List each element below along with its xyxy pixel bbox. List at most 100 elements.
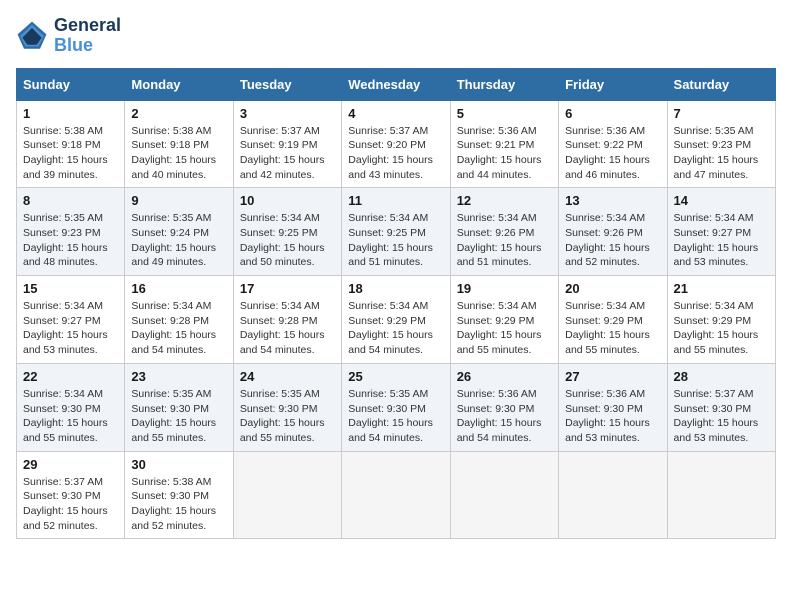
calendar-week-row: 29 Sunrise: 5:37 AM Sunset: 9:30 PM Dayl…	[17, 451, 776, 539]
calendar-day-cell: 25 Sunrise: 5:35 AM Sunset: 9:30 PM Dayl…	[342, 363, 450, 451]
sunrise-text: Sunrise: 5:34 AM	[457, 300, 537, 312]
day-info: Sunrise: 5:36 AM Sunset: 9:22 PM Dayligh…	[565, 124, 660, 183]
calendar-day-cell: 4 Sunrise: 5:37 AM Sunset: 9:20 PM Dayli…	[342, 100, 450, 188]
calendar-day-cell: 30 Sunrise: 5:38 AM Sunset: 9:30 PM Dayl…	[125, 451, 233, 539]
weekday-header: Friday	[559, 68, 667, 100]
day-number: 22	[23, 369, 118, 384]
calendar-day-cell: 18 Sunrise: 5:34 AM Sunset: 9:29 PM Dayl…	[342, 276, 450, 364]
day-info: Sunrise: 5:35 AM Sunset: 9:23 PM Dayligh…	[674, 124, 769, 183]
calendar-day-cell: 10 Sunrise: 5:34 AM Sunset: 9:25 PM Dayl…	[233, 188, 341, 276]
day-number: 30	[131, 457, 226, 472]
calendar-day-cell	[342, 451, 450, 539]
sunrise-text: Sunrise: 5:35 AM	[23, 212, 103, 224]
daylight-text: Daylight: 15 hours and 52 minutes.	[23, 505, 108, 532]
day-number: 10	[240, 193, 335, 208]
daylight-text: Daylight: 15 hours and 54 minutes.	[348, 329, 433, 356]
day-info: Sunrise: 5:34 AM Sunset: 9:29 PM Dayligh…	[348, 299, 443, 358]
calendar-day-cell: 22 Sunrise: 5:34 AM Sunset: 9:30 PM Dayl…	[17, 363, 125, 451]
day-info: Sunrise: 5:34 AM Sunset: 9:28 PM Dayligh…	[131, 299, 226, 358]
sunset-text: Sunset: 9:29 PM	[674, 315, 752, 327]
weekday-header: Wednesday	[342, 68, 450, 100]
calendar-day-cell: 2 Sunrise: 5:38 AM Sunset: 9:18 PM Dayli…	[125, 100, 233, 188]
sunset-text: Sunset: 9:24 PM	[131, 227, 209, 239]
day-info: Sunrise: 5:35 AM Sunset: 9:30 PM Dayligh…	[240, 387, 335, 446]
daylight-text: Daylight: 15 hours and 54 minutes.	[240, 329, 325, 356]
logo: General Blue	[16, 16, 121, 56]
day-number: 14	[674, 193, 769, 208]
day-info: Sunrise: 5:38 AM Sunset: 9:18 PM Dayligh…	[131, 124, 226, 183]
sunset-text: Sunset: 9:19 PM	[240, 139, 318, 151]
sunrise-text: Sunrise: 5:34 AM	[674, 300, 754, 312]
daylight-text: Daylight: 15 hours and 39 minutes.	[23, 154, 108, 181]
calendar-day-cell	[559, 451, 667, 539]
day-info: Sunrise: 5:34 AM Sunset: 9:29 PM Dayligh…	[674, 299, 769, 358]
daylight-text: Daylight: 15 hours and 55 minutes.	[565, 329, 650, 356]
calendar-day-cell: 7 Sunrise: 5:35 AM Sunset: 9:23 PM Dayli…	[667, 100, 775, 188]
sunset-text: Sunset: 9:30 PM	[348, 403, 426, 415]
sunrise-text: Sunrise: 5:38 AM	[131, 125, 211, 137]
calendar-week-row: 22 Sunrise: 5:34 AM Sunset: 9:30 PM Dayl…	[17, 363, 776, 451]
weekday-header: Saturday	[667, 68, 775, 100]
calendar-body: 1 Sunrise: 5:38 AM Sunset: 9:18 PM Dayli…	[17, 100, 776, 539]
daylight-text: Daylight: 15 hours and 53 minutes.	[674, 417, 759, 444]
day-number: 6	[565, 106, 660, 121]
day-info: Sunrise: 5:38 AM Sunset: 9:30 PM Dayligh…	[131, 475, 226, 534]
sunrise-text: Sunrise: 5:34 AM	[565, 212, 645, 224]
daylight-text: Daylight: 15 hours and 50 minutes.	[240, 242, 325, 269]
sunrise-text: Sunrise: 5:37 AM	[348, 125, 428, 137]
day-number: 24	[240, 369, 335, 384]
day-number: 28	[674, 369, 769, 384]
sunrise-text: Sunrise: 5:34 AM	[674, 212, 754, 224]
calendar-day-cell: 8 Sunrise: 5:35 AM Sunset: 9:23 PM Dayli…	[17, 188, 125, 276]
day-info: Sunrise: 5:37 AM Sunset: 9:30 PM Dayligh…	[23, 475, 118, 534]
day-number: 8	[23, 193, 118, 208]
sunrise-text: Sunrise: 5:34 AM	[240, 300, 320, 312]
day-number: 12	[457, 193, 552, 208]
calendar-day-cell: 16 Sunrise: 5:34 AM Sunset: 9:28 PM Dayl…	[125, 276, 233, 364]
sunset-text: Sunset: 9:25 PM	[348, 227, 426, 239]
day-number: 16	[131, 281, 226, 296]
sunrise-text: Sunrise: 5:34 AM	[240, 212, 320, 224]
daylight-text: Daylight: 15 hours and 47 minutes.	[674, 154, 759, 181]
calendar-day-cell: 13 Sunrise: 5:34 AM Sunset: 9:26 PM Dayl…	[559, 188, 667, 276]
sunset-text: Sunset: 9:30 PM	[131, 403, 209, 415]
sunset-text: Sunset: 9:18 PM	[23, 139, 101, 151]
calendar-day-cell: 1 Sunrise: 5:38 AM Sunset: 9:18 PM Dayli…	[17, 100, 125, 188]
daylight-text: Daylight: 15 hours and 55 minutes.	[240, 417, 325, 444]
daylight-text: Daylight: 15 hours and 49 minutes.	[131, 242, 216, 269]
sunset-text: Sunset: 9:30 PM	[23, 403, 101, 415]
sunset-text: Sunset: 9:26 PM	[565, 227, 643, 239]
calendar-week-row: 15 Sunrise: 5:34 AM Sunset: 9:27 PM Dayl…	[17, 276, 776, 364]
sunset-text: Sunset: 9:28 PM	[131, 315, 209, 327]
sunset-text: Sunset: 9:29 PM	[457, 315, 535, 327]
day-number: 17	[240, 281, 335, 296]
sunset-text: Sunset: 9:26 PM	[457, 227, 535, 239]
day-number: 29	[23, 457, 118, 472]
day-info: Sunrise: 5:34 AM Sunset: 9:25 PM Dayligh…	[240, 211, 335, 270]
day-number: 3	[240, 106, 335, 121]
sunrise-text: Sunrise: 5:34 AM	[348, 212, 428, 224]
calendar-day-cell	[667, 451, 775, 539]
calendar-day-cell	[450, 451, 558, 539]
calendar-day-cell: 28 Sunrise: 5:37 AM Sunset: 9:30 PM Dayl…	[667, 363, 775, 451]
day-number: 27	[565, 369, 660, 384]
sunrise-text: Sunrise: 5:34 AM	[348, 300, 428, 312]
sunset-text: Sunset: 9:25 PM	[240, 227, 318, 239]
day-info: Sunrise: 5:36 AM Sunset: 9:21 PM Dayligh…	[457, 124, 552, 183]
calendar-day-cell: 21 Sunrise: 5:34 AM Sunset: 9:29 PM Dayl…	[667, 276, 775, 364]
logo-text: General Blue	[54, 16, 121, 56]
day-info: Sunrise: 5:36 AM Sunset: 9:30 PM Dayligh…	[565, 387, 660, 446]
calendar-day-cell: 9 Sunrise: 5:35 AM Sunset: 9:24 PM Dayli…	[125, 188, 233, 276]
day-number: 7	[674, 106, 769, 121]
day-number: 26	[457, 369, 552, 384]
day-info: Sunrise: 5:35 AM Sunset: 9:24 PM Dayligh…	[131, 211, 226, 270]
daylight-text: Daylight: 15 hours and 51 minutes.	[457, 242, 542, 269]
day-info: Sunrise: 5:37 AM Sunset: 9:30 PM Dayligh…	[674, 387, 769, 446]
day-info: Sunrise: 5:34 AM Sunset: 9:29 PM Dayligh…	[565, 299, 660, 358]
sunrise-text: Sunrise: 5:34 AM	[23, 388, 103, 400]
daylight-text: Daylight: 15 hours and 51 minutes.	[348, 242, 433, 269]
sunset-text: Sunset: 9:30 PM	[131, 490, 209, 502]
weekday-header: Sunday	[17, 68, 125, 100]
sunrise-text: Sunrise: 5:35 AM	[131, 388, 211, 400]
sunset-text: Sunset: 9:30 PM	[23, 490, 101, 502]
